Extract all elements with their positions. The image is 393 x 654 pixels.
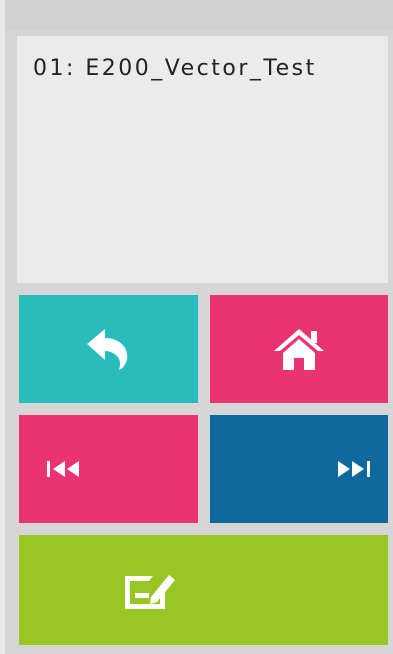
file-name-label: 01: E200_Vector_Test bbox=[33, 56, 317, 81]
home-icon bbox=[274, 329, 324, 370]
edit-icon bbox=[125, 575, 175, 609]
file-display-panel: 01: E200_Vector_Test bbox=[17, 36, 388, 283]
skip-next-icon bbox=[338, 461, 370, 477]
back-arrow-icon bbox=[86, 329, 127, 370]
home-button[interactable] bbox=[210, 295, 388, 403]
top-status-strip bbox=[5, 0, 393, 30]
back-button[interactable] bbox=[19, 295, 198, 403]
device-screen: 01: E200_Vector_Test bbox=[5, 0, 393, 654]
next-button[interactable] bbox=[210, 415, 388, 523]
edit-button[interactable] bbox=[19, 535, 388, 645]
previous-button[interactable] bbox=[19, 415, 198, 523]
skip-previous-icon bbox=[47, 461, 79, 477]
